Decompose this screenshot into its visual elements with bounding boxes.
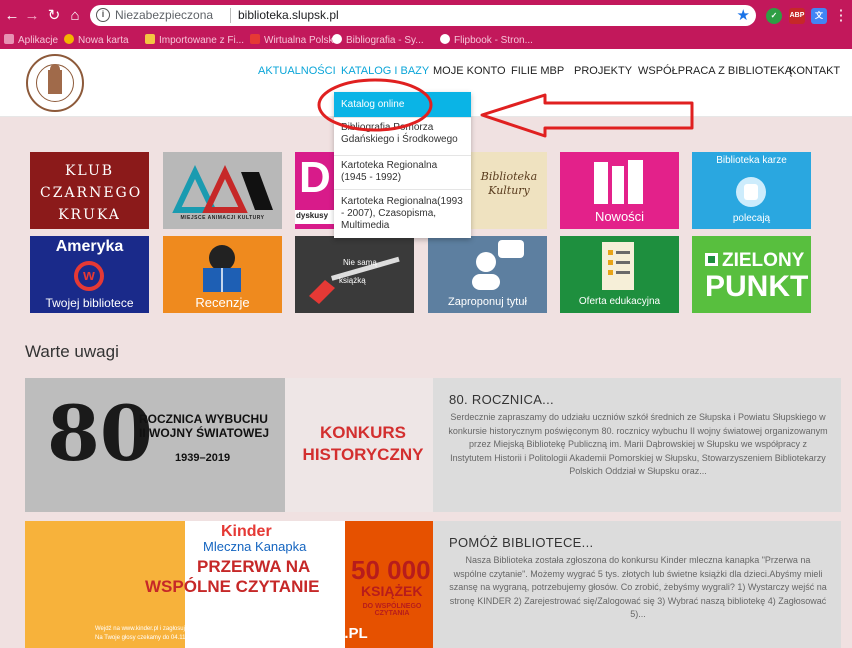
card-image-konkurs[interactable]: 80 ROCZNICA WYBUCHU II WOJNY ŚWIATOWEJ 1… bbox=[25, 378, 433, 512]
card-excerpt: Serdecznie zapraszamy do udziału uczniów… bbox=[448, 412, 828, 476]
kinder-big: 50 000 bbox=[351, 555, 431, 585]
kinder-footer: WWW.KINDER.PL bbox=[241, 625, 368, 642]
section-title: Warte uwagi bbox=[25, 342, 119, 361]
konkurs-line2: II WOJNY ŚWIATOWEJ bbox=[139, 426, 270, 440]
kinder-sub: Mleczna Kanapka bbox=[203, 539, 307, 554]
konkurs-80-glyph: 80 bbox=[47, 389, 153, 478]
card-title[interactable]: 80. ROCZNICA... bbox=[449, 392, 554, 407]
kinder-big2: KSIĄŻEK bbox=[361, 583, 423, 599]
kinder-line1: PRZERWA NA bbox=[197, 557, 311, 576]
konkurs-line1: ROCZNICA WYBUCHU bbox=[139, 412, 268, 426]
konkurs-years: 1939–2019 bbox=[175, 452, 231, 464]
kinder-note2: Na Twoje głosy czekamy do 04.11.2019r. bbox=[95, 635, 204, 641]
card-title[interactable]: POMÓŻ BIBLIOTECE... bbox=[449, 535, 593, 550]
card-excerpt: Nasza Biblioteka została zgłoszona do ko… bbox=[449, 555, 827, 619]
kinder-line2: WSPÓLNE CZYTANIE bbox=[145, 577, 320, 596]
kinder-small: DO WSPÓLNEGO CZYTANIA bbox=[362, 603, 422, 617]
news-card[interactable]: Kinder Mleczna Kanapka PRZERWA NA WSPÓLN… bbox=[25, 521, 841, 648]
konkurs-red-2: HISTORYCZNY bbox=[302, 445, 424, 464]
news-card[interactable]: 80 ROCZNICA WYBUCHU II WOJNY ŚWIATOWEJ 1… bbox=[25, 378, 841, 512]
kinder-note1: Wejdź na www.kinder.pl i zagłosuj na bib… bbox=[95, 626, 222, 632]
konkurs-red-1: KONKURS bbox=[320, 423, 406, 442]
card-image-kinder[interactable]: Kinder Mleczna Kanapka PRZERWA NA WSPÓLN… bbox=[25, 521, 433, 648]
